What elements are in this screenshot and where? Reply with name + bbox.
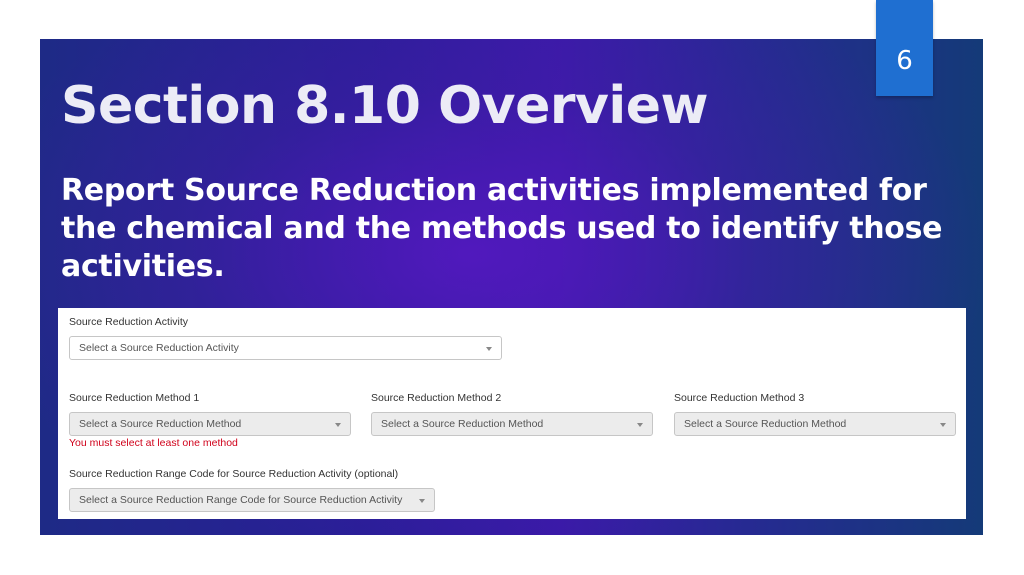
chevron-down-icon — [486, 347, 492, 351]
page-number-badge: 6 — [876, 0, 933, 96]
slide-title: Section 8.10 Overview — [61, 76, 709, 136]
activity-select-placeholder: Select a Source Reduction Activity — [79, 342, 239, 354]
method-1-select[interactable]: Select a Source Reduction Method — [69, 412, 351, 436]
method-2-select[interactable]: Select a Source Reduction Method — [371, 412, 653, 436]
source-reduction-form: Source Reduction Activity Select a Sourc… — [58, 308, 966, 519]
activity-label: Source Reduction Activity — [69, 316, 189, 328]
chevron-down-icon — [637, 423, 643, 427]
method-2-label: Source Reduction Method 2 — [371, 392, 502, 404]
range-code-label: Source Reduction Range Code for Source R… — [69, 468, 399, 480]
method-3-select-placeholder: Select a Source Reduction Method — [684, 418, 847, 430]
range-code-select-placeholder: Select a Source Reduction Range Code for… — [79, 494, 403, 506]
slide-subtitle: Report Source Reduction activities imple… — [61, 173, 943, 284]
chevron-down-icon — [419, 499, 425, 503]
method-1-select-placeholder: Select a Source Reduction Method — [79, 418, 242, 430]
method-3-select[interactable]: Select a Source Reduction Method — [674, 412, 956, 436]
chevron-down-icon — [335, 423, 341, 427]
method-error-message: You must select at least one method — [69, 437, 238, 449]
activity-select[interactable]: Select a Source Reduction Activity — [69, 336, 502, 360]
method-1-label: Source Reduction Method 1 — [69, 392, 200, 404]
method-3-label: Source Reduction Method 3 — [674, 392, 805, 404]
method-2-select-placeholder: Select a Source Reduction Method — [381, 418, 544, 430]
page-number: 6 — [896, 46, 913, 76]
chevron-down-icon — [940, 423, 946, 427]
range-code-select[interactable]: Select a Source Reduction Range Code for… — [69, 488, 435, 512]
